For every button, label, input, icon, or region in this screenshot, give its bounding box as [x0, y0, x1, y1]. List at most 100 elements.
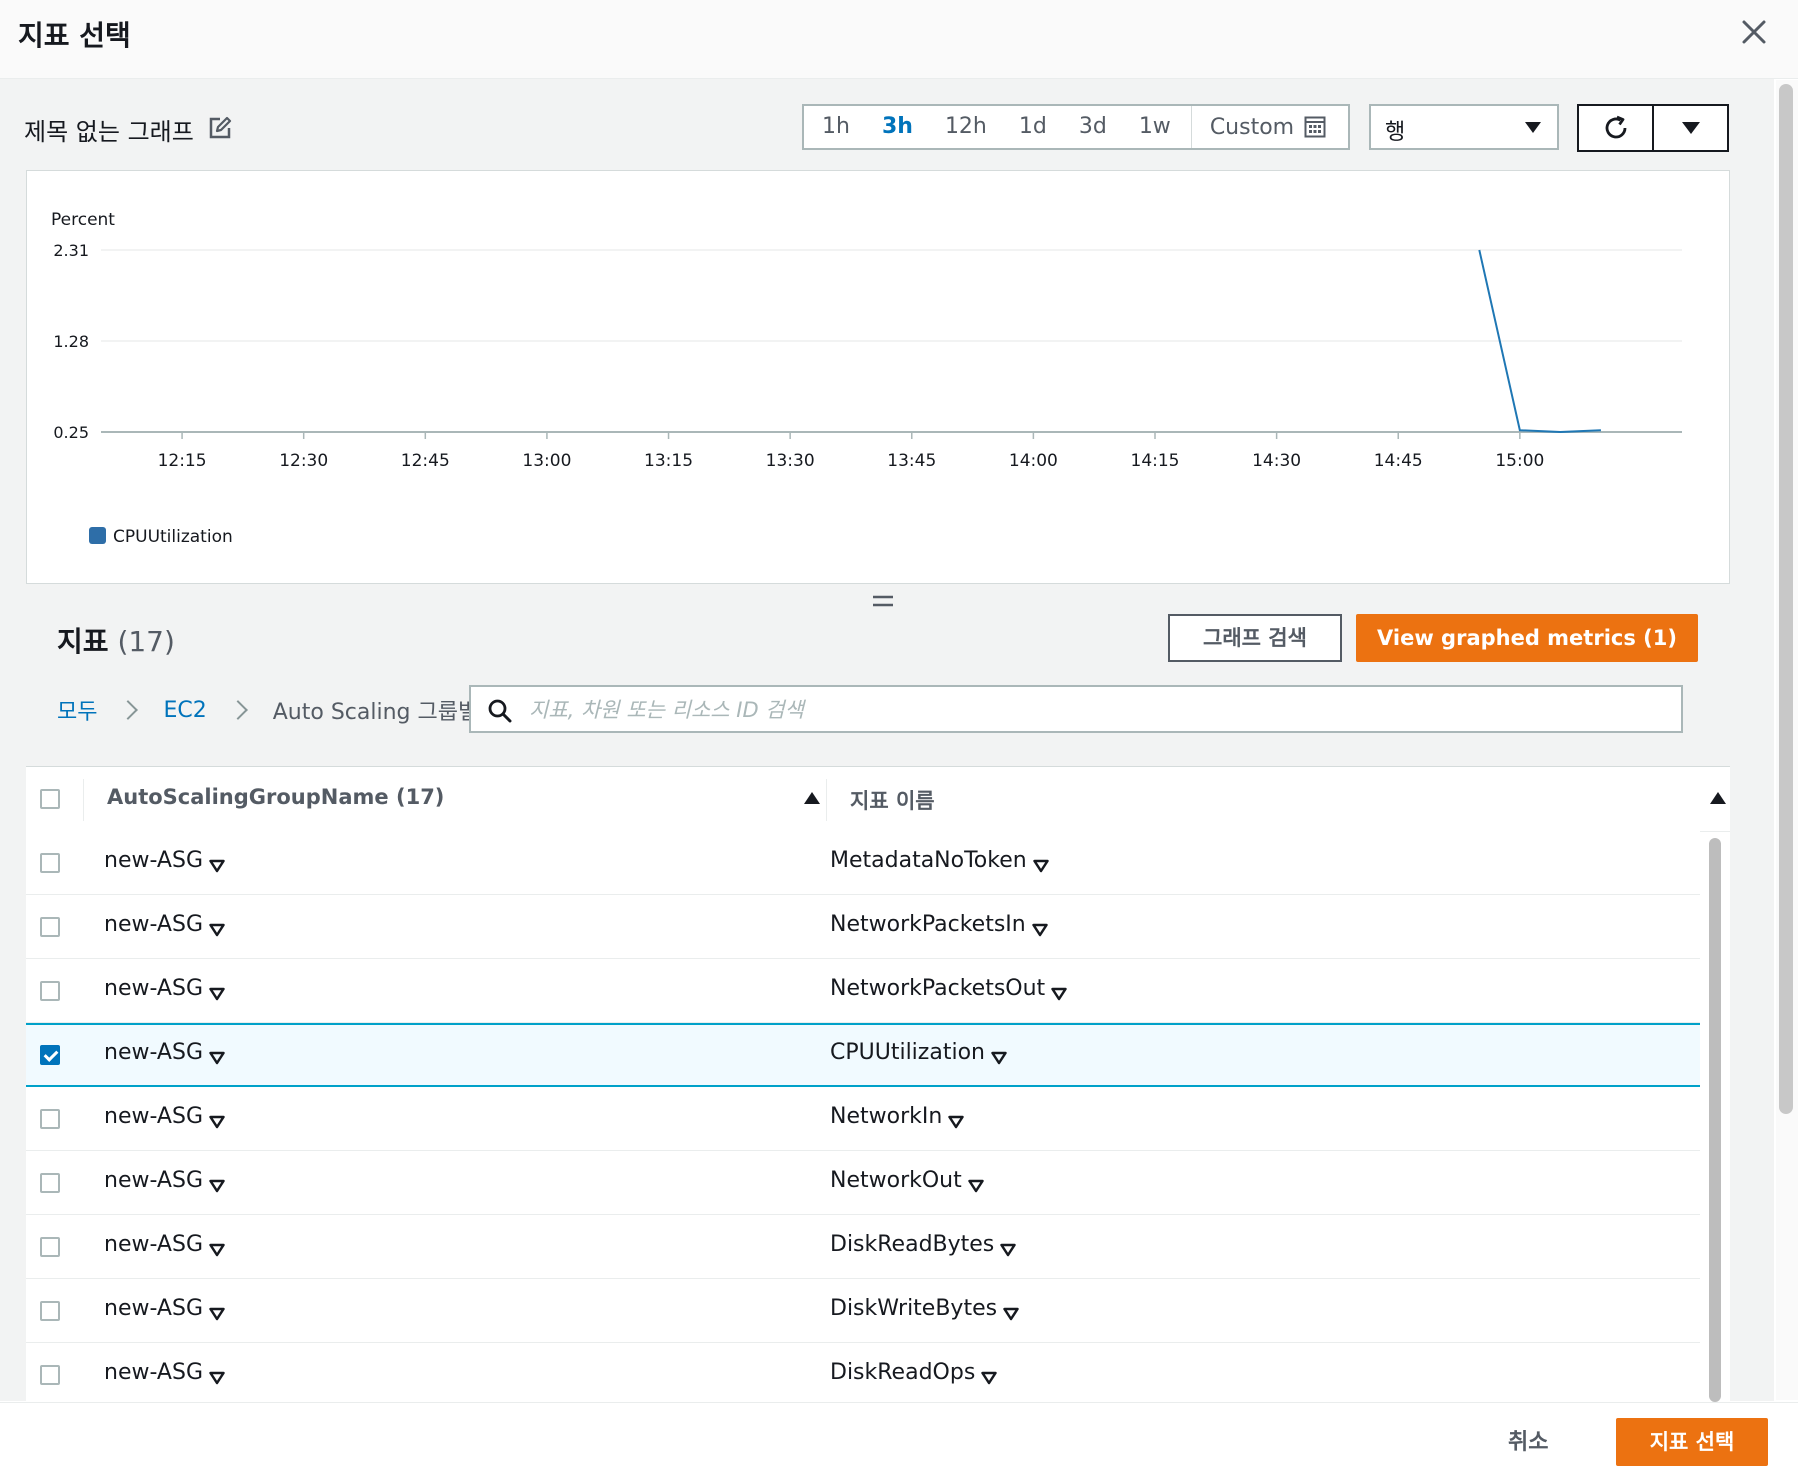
x-tick-label: 14:00: [1009, 451, 1058, 471]
cell-asg-name: new-ASG: [104, 848, 225, 873]
metric-menu-icon[interactable]: [1003, 1302, 1019, 1320]
sort-asc-icon[interactable]: [1710, 792, 1726, 804]
refresh-icon: [1605, 115, 1626, 139]
metrics-title: 지표 (17): [57, 620, 175, 660]
asg-name-text: new-ASG: [104, 1232, 203, 1257]
cell-asg-name: new-ASG: [104, 1296, 225, 1321]
x-tick-label: 12:30: [279, 451, 328, 471]
cell-metric-name: MetadataNoToken: [830, 848, 1049, 873]
select-metrics-button[interactable]: 지표 선택: [1616, 1418, 1768, 1466]
time-range-custom[interactable]: Custom: [1192, 115, 1338, 140]
cancel-button[interactable]: 취소: [1508, 1424, 1548, 1456]
table-row[interactable]: new-ASG DiskWriteBytes: [26, 1279, 1700, 1343]
metric-name-text: MetadataNoToken: [830, 848, 1027, 873]
cell-asg-name: new-ASG: [104, 1040, 225, 1065]
table-scrollbar-thumb[interactable]: [1709, 838, 1721, 1402]
header-divider: [83, 779, 84, 821]
calendar-icon: [1304, 116, 1326, 138]
row-checkbox[interactable]: [40, 1301, 60, 1321]
search-icon: [488, 699, 512, 723]
metrics-count: (17): [117, 625, 175, 658]
metric-menu-icon[interactable]: [1031, 918, 1048, 936]
asg-name-text: new-ASG: [104, 912, 203, 937]
sort-asc-icon[interactable]: [804, 792, 820, 804]
table-row[interactable]: new-ASG NetworkPacketsIn: [26, 895, 1700, 959]
x-tick-label: 15:00: [1495, 451, 1544, 471]
dimension-menu-icon[interactable]: [209, 1238, 225, 1256]
breadcrumb-all[interactable]: 모두: [57, 694, 97, 726]
edit-title-button[interactable]: [208, 116, 232, 140]
row-checkbox[interactable]: [40, 981, 60, 1001]
view-graphed-metrics-button[interactable]: View graphed metrics (1): [1356, 614, 1698, 662]
time-range-3d[interactable]: 3d: [1063, 106, 1123, 148]
metric-search-input[interactable]: [527, 693, 1661, 727]
metric-menu-icon[interactable]: [1000, 1238, 1017, 1256]
x-tick-label: 14:45: [1374, 451, 1423, 471]
cell-metric-name: NetworkIn: [830, 1104, 965, 1129]
metric-menu-icon[interactable]: [1051, 982, 1067, 1000]
dimension-menu-icon[interactable]: [209, 1302, 225, 1320]
column-header-asg[interactable]: AutoScalingGroupName (17): [107, 785, 444, 809]
table-row[interactable]: new-ASG NetworkPacketsOut: [26, 959, 1700, 1023]
breadcrumb-ec2[interactable]: EC2: [163, 698, 206, 723]
asg-name-text: new-ASG: [104, 1360, 203, 1385]
metric-menu-icon[interactable]: [1032, 854, 1049, 872]
dimension-menu-icon[interactable]: [209, 982, 225, 1000]
row-checkbox[interactable]: [40, 1109, 60, 1129]
dimension-menu-icon[interactable]: [209, 1174, 225, 1192]
row-checkbox[interactable]: [40, 1237, 60, 1257]
time-range-1d[interactable]: 1d: [1003, 106, 1063, 148]
table-row[interactable]: new-ASG MetadataNoToken: [26, 831, 1700, 895]
table-row[interactable]: new-ASG NetworkIn: [26, 1087, 1700, 1151]
view-type-select[interactable]: 행: [1369, 104, 1559, 150]
modal-scrollbar-thumb[interactable]: [1779, 84, 1793, 1114]
select-all-checkbox[interactable]: [40, 789, 60, 809]
metric-menu-icon[interactable]: [991, 1046, 1007, 1064]
cell-metric-name: DiskWriteBytes: [830, 1296, 1019, 1321]
time-range-12h[interactable]: 12h: [929, 106, 1003, 148]
dimension-menu-icon[interactable]: [209, 1366, 225, 1384]
x-tick-label: 13:45: [887, 451, 936, 471]
search-graph-button[interactable]: 그래프 검색: [1168, 614, 1342, 662]
dimension-menu-icon[interactable]: [209, 1110, 225, 1128]
x-tick-label: 13:00: [522, 451, 571, 471]
time-range-3h[interactable]: 3h: [866, 106, 929, 148]
table-row[interactable]: new-ASG DiskReadBytes: [26, 1215, 1700, 1279]
cell-asg-name: new-ASG: [104, 1168, 225, 1193]
breadcrumb-current: Auto Scaling 그룹별: [272, 700, 479, 725]
time-range-1w[interactable]: 1w: [1123, 106, 1187, 148]
dimension-menu-icon[interactable]: [209, 918, 225, 936]
time-range-1h[interactable]: 1h: [804, 106, 866, 148]
resize-handle[interactable]: [872, 592, 894, 607]
table-row[interactable]: new-ASG DiskReadOps: [26, 1343, 1700, 1403]
x-tick-label: 14:15: [1131, 451, 1180, 471]
asg-name-text: new-ASG: [104, 1296, 203, 1321]
dimension-menu-icon[interactable]: [209, 1046, 225, 1064]
y-tick-label: 0.25: [53, 423, 89, 442]
table-row[interactable]: new-ASG NetworkOut: [26, 1151, 1700, 1215]
metric-name-text: NetworkOut: [830, 1168, 962, 1193]
close-icon: [1742, 20, 1766, 44]
cell-metric-name: NetworkOut: [830, 1168, 984, 1193]
custom-label: Custom: [1209, 114, 1295, 140]
metric-menu-icon[interactable]: [981, 1366, 998, 1384]
metric-menu-icon[interactable]: [948, 1110, 965, 1128]
row-checkbox[interactable]: [40, 1365, 60, 1385]
row-checkbox[interactable]: [40, 853, 60, 873]
row-checkbox[interactable]: [40, 1045, 60, 1065]
metric-menu-icon[interactable]: [968, 1174, 984, 1192]
x-tick-label: 14:30: [1252, 451, 1301, 471]
row-checkbox[interactable]: [40, 917, 60, 937]
table-row[interactable]: new-ASG CPUUtilization: [26, 1023, 1700, 1087]
view-type-value: 행: [1385, 120, 1406, 145]
y-tick-label: 2.31: [53, 241, 89, 260]
refresh-options-button[interactable]: [1652, 106, 1727, 150]
refresh-button[interactable]: [1579, 106, 1652, 150]
column-header-metric-name[interactable]: 지표 이름: [850, 785, 935, 815]
cell-metric-name: NetworkPacketsIn: [830, 912, 1048, 937]
close-button[interactable]: [1734, 12, 1774, 52]
dimension-menu-icon[interactable]: [209, 854, 225, 872]
chevron-right-icon: [118, 700, 139, 720]
metrics-table: AutoScalingGroupName (17) 지표 이름 new-ASG M…: [26, 766, 1730, 1403]
row-checkbox[interactable]: [40, 1173, 60, 1193]
